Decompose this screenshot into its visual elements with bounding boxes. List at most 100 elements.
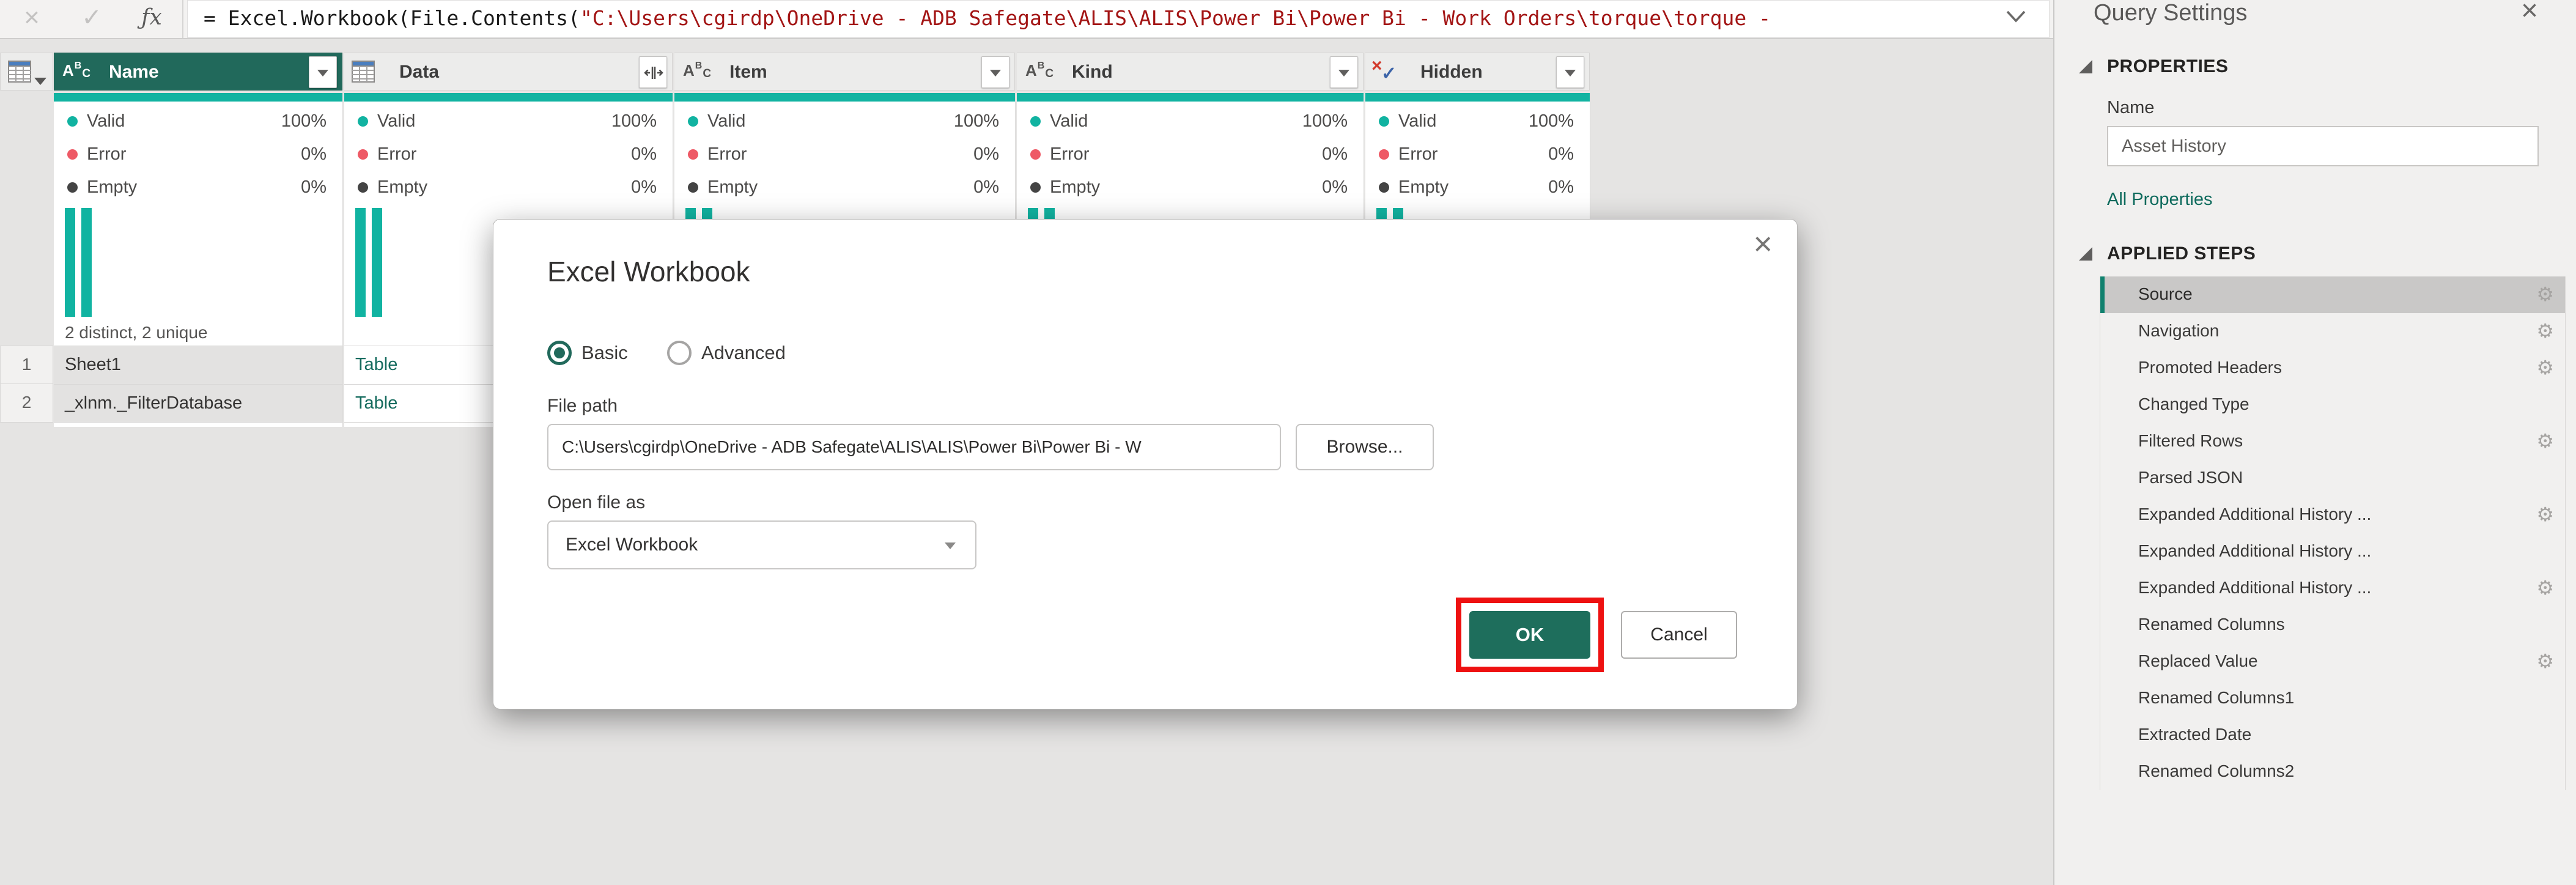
step-label: Renamed Columns bbox=[2138, 615, 2285, 634]
dialog-title: Excel Workbook bbox=[547, 255, 750, 288]
column-header-kind[interactable]: ABC Kind bbox=[1017, 53, 1364, 91]
valid-value: 100% bbox=[954, 111, 999, 131]
formula-input[interactable]: = Excel.Workbook(File.Contents("C:\Users… bbox=[187, 0, 2050, 38]
column-header-hidden[interactable]: ×✓ Hidden bbox=[1365, 53, 1590, 91]
error-value: 0% bbox=[631, 144, 657, 165]
gear-icon[interactable]: ⚙ bbox=[2536, 643, 2554, 679]
properties-section-header[interactable]: PROPERTIES bbox=[2079, 56, 2228, 77]
step-expanded-additional-history-1[interactable]: Expanded Additional History ... ⚙ bbox=[2100, 497, 2565, 533]
properties-label: PROPERTIES bbox=[2107, 56, 2228, 76]
step-label: Expanded Additional History ... bbox=[2138, 541, 2371, 560]
step-expanded-additional-history-3[interactable]: Expanded Additional History ...⚙ bbox=[2100, 570, 2565, 607]
column-quality-bar bbox=[1017, 93, 1364, 102]
empty-label: Empty bbox=[1050, 177, 1100, 198]
formula-commit-icon[interactable]: ✓ bbox=[64, 0, 120, 38]
empty-dot-icon bbox=[688, 182, 698, 193]
error-dot-icon bbox=[1030, 149, 1041, 160]
step-renamed-columns[interactable]: Renamed Columns⚙ bbox=[2100, 607, 2565, 643]
filter-dropdown-button[interactable] bbox=[1556, 56, 1584, 88]
error-value: 0% bbox=[1548, 144, 1574, 165]
fx-icon: ƒx bbox=[124, 0, 180, 38]
expand-arrows-icon bbox=[644, 65, 663, 81]
step-extracted-date[interactable]: Extracted Date⚙ bbox=[2100, 717, 2565, 754]
gear-icon[interactable]: ⚙ bbox=[2536, 276, 2554, 312]
text-type-icon: ABC bbox=[1025, 61, 1054, 81]
panel-close-icon[interactable]: × bbox=[2521, 0, 2538, 28]
ok-button[interactable]: OK bbox=[1469, 611, 1590, 659]
cell-name-row1[interactable]: Sheet1 bbox=[54, 346, 342, 384]
power-query-editor: × ✓ ƒx = Excel.Workbook(File.Contents("C… bbox=[0, 0, 2576, 885]
step-promoted-headers[interactable]: Promoted Headers⚙ bbox=[2100, 350, 2565, 387]
column-header-data[interactable]: Data bbox=[344, 53, 673, 91]
basic-radio[interactable] bbox=[547, 341, 572, 365]
expand-formula-bar-chevron-icon[interactable] bbox=[2006, 10, 2026, 26]
table-type-icon bbox=[352, 61, 376, 89]
step-expanded-additional-history-2[interactable]: Expanded Additional History ...⚙ bbox=[2100, 533, 2565, 570]
valid-value: 100% bbox=[1302, 111, 1348, 131]
step-replaced-value[interactable]: Replaced Value⚙ bbox=[2100, 643, 2565, 680]
error-label: Error bbox=[87, 144, 126, 165]
step-source[interactable]: Source ⚙ bbox=[2100, 276, 2565, 313]
all-properties-link[interactable]: All Properties bbox=[2107, 190, 2212, 210]
error-value: 0% bbox=[301, 144, 327, 165]
step-navigation[interactable]: Navigation⚙ bbox=[2100, 313, 2565, 350]
valid-dot-icon bbox=[1379, 116, 1389, 127]
gear-icon[interactable]: ⚙ bbox=[2536, 350, 2554, 385]
step-label: Filtered Rows bbox=[2138, 431, 2243, 450]
column-body-name[interactable]: Valid100% Error0% Empty0% 2 distinct, 2 … bbox=[54, 93, 343, 427]
step-label: Changed Type bbox=[2138, 394, 2249, 413]
query-name-input[interactable]: Asset History bbox=[2107, 126, 2539, 166]
file-path-input[interactable]: C:\Users\cgirdp\OneDrive - ADB Safegate\… bbox=[547, 424, 1281, 470]
browse-button[interactable]: Browse... bbox=[1296, 424, 1434, 470]
column-quality-bar bbox=[54, 93, 342, 102]
step-renamed-columns1[interactable]: Renamed Columns1⚙ bbox=[2100, 680, 2565, 717]
empty-value: 0% bbox=[973, 177, 999, 198]
step-label: Parsed JSON bbox=[2138, 468, 2243, 487]
advanced-radio[interactable] bbox=[667, 341, 692, 365]
step-parsed-json[interactable]: Parsed JSON⚙ bbox=[2100, 460, 2565, 497]
row-number-1[interactable]: 1 bbox=[0, 346, 53, 384]
dialog-close-icon[interactable]: × bbox=[1753, 226, 1773, 262]
valid-label: Valid bbox=[87, 111, 125, 131]
step-renamed-columns2[interactable]: Renamed Columns2⚙ bbox=[2100, 754, 2565, 790]
step-changed-type[interactable]: Changed Type⚙ bbox=[2100, 387, 2565, 423]
cancel-button[interactable]: Cancel bbox=[1621, 611, 1737, 659]
column-header-name[interactable]: ABC Name bbox=[54, 53, 342, 91]
expand-column-button[interactable] bbox=[639, 56, 667, 88]
filter-dropdown-button[interactable] bbox=[309, 56, 337, 88]
empty-label: Empty bbox=[87, 177, 137, 198]
filter-dropdown-button[interactable] bbox=[981, 56, 1009, 88]
column-label: Hidden bbox=[1420, 62, 1483, 83]
collapse-triangle-icon bbox=[2079, 247, 2092, 261]
query-settings-panel: Query Settings × PROPERTIES Name Asset H… bbox=[2053, 0, 2576, 885]
empty-dot-icon bbox=[358, 182, 368, 193]
open-file-as-dropdown[interactable]: Excel Workbook bbox=[547, 520, 976, 569]
applied-steps-section-header[interactable]: APPLIED STEPS bbox=[2079, 243, 2256, 264]
valid-dot-icon bbox=[688, 116, 698, 127]
column-header-item[interactable]: ABC Item bbox=[674, 53, 1015, 91]
row-number-2[interactable]: 2 bbox=[0, 384, 53, 423]
valid-dot-icon bbox=[1030, 116, 1041, 127]
select-all-columns-button[interactable] bbox=[0, 53, 53, 91]
table-icon bbox=[8, 61, 32, 89]
step-filtered-rows[interactable]: Filtered Rows ⚙ bbox=[2100, 423, 2565, 460]
column-label: Name bbox=[109, 62, 159, 83]
basic-radio-label[interactable]: Basic bbox=[581, 342, 628, 364]
step-label: Source bbox=[2138, 284, 2193, 303]
valid-dot-icon bbox=[358, 116, 368, 127]
column-label: Kind bbox=[1072, 62, 1113, 83]
empty-dot-icon bbox=[67, 182, 78, 193]
gear-icon[interactable]: ⚙ bbox=[2536, 313, 2554, 349]
gear-icon[interactable]: ⚙ bbox=[2536, 423, 2554, 459]
empty-value: 0% bbox=[631, 177, 657, 198]
cell-name-row2[interactable]: _xlnm._FilterDatabase bbox=[54, 384, 342, 423]
text-type-icon: ABC bbox=[62, 61, 91, 81]
advanced-radio-label[interactable]: Advanced bbox=[701, 342, 786, 364]
valid-value: 100% bbox=[611, 111, 657, 131]
gear-icon[interactable]: ⚙ bbox=[2536, 497, 2554, 532]
formula-cancel-icon[interactable]: × bbox=[4, 0, 60, 38]
filter-dropdown-button[interactable] bbox=[1330, 56, 1358, 88]
gear-icon[interactable]: ⚙ bbox=[2536, 570, 2554, 605]
step-label: Expanded Additional History ... bbox=[2138, 505, 2371, 524]
column-quality-bar bbox=[674, 93, 1015, 102]
